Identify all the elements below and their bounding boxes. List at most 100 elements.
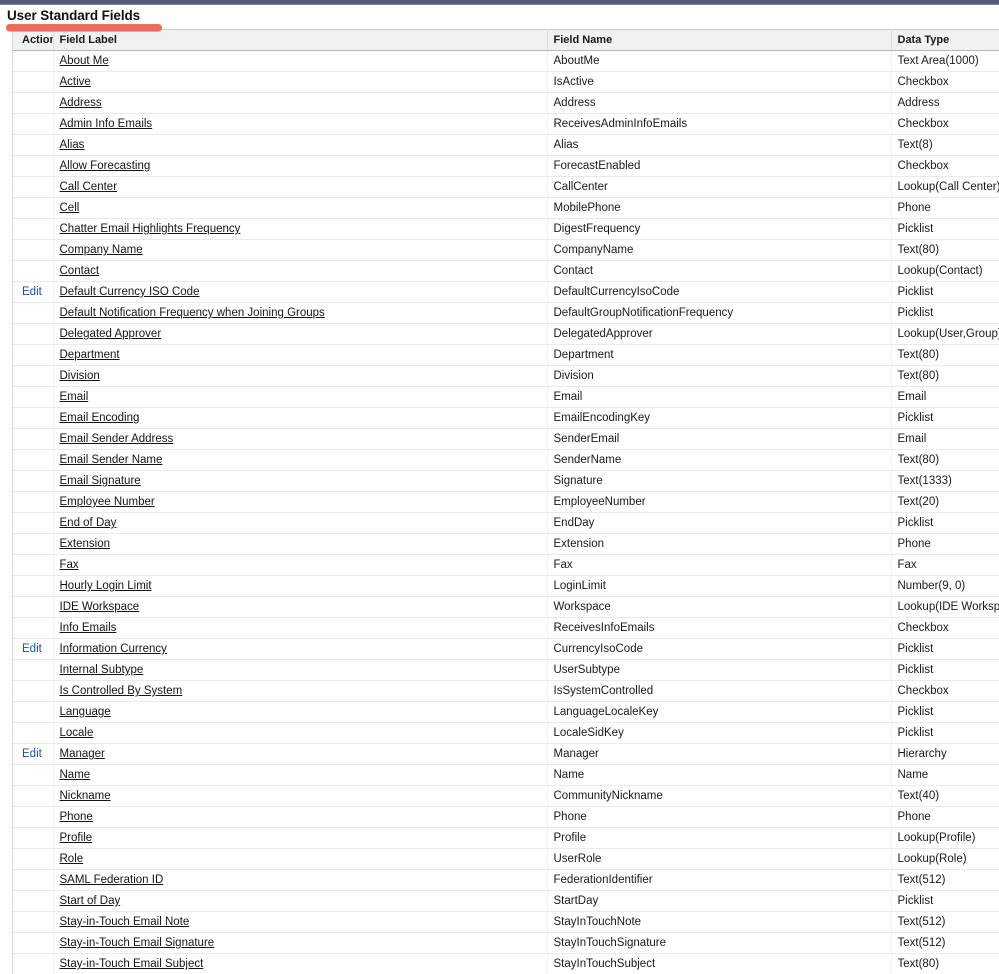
field-label-link[interactable]: Stay-in-Touch Email Subject: [60, 958, 204, 970]
field-label-link[interactable]: Role: [60, 853, 84, 865]
cell-field-name: EndDay: [547, 513, 891, 534]
field-label-link[interactable]: Language: [60, 706, 111, 718]
cell-data-type: Text(80): [891, 366, 999, 387]
field-label-link[interactable]: Email Sender Name: [60, 454, 163, 466]
cell-field-label: Manager: [53, 744, 547, 765]
field-label-link[interactable]: Nickname: [60, 790, 111, 802]
field-label-link[interactable]: Extension: [60, 538, 111, 550]
cell-field-label: Default Notification Frequency when Join…: [53, 303, 547, 324]
edit-link[interactable]: Edit: [22, 748, 42, 760]
cell-action: [13, 597, 53, 618]
field-label-link[interactable]: Email: [60, 391, 89, 403]
field-label-link[interactable]: Cell: [60, 202, 80, 214]
field-label-link[interactable]: About Me: [60, 55, 109, 67]
table-row: Info EmailsReceivesInfoEmailsCheckbox: [13, 618, 999, 639]
cell-data-type: Text(20): [891, 492, 999, 513]
cell-field-label: Email Signature: [53, 471, 547, 492]
table-row: Start of DayStartDayPicklist: [13, 891, 999, 912]
cell-action: [13, 555, 53, 576]
field-label-link[interactable]: Internal Subtype: [60, 664, 144, 676]
field-label-link[interactable]: Chatter Email Highlights Frequency: [60, 223, 241, 235]
field-label-link[interactable]: Email Signature: [60, 475, 141, 487]
field-label-link[interactable]: Manager: [60, 748, 105, 760]
cell-field-label: Internal Subtype: [53, 660, 547, 681]
cell-field-label: Language: [53, 702, 547, 723]
cell-action: [13, 870, 53, 891]
cell-data-type: Picklist: [891, 660, 999, 681]
field-label-link[interactable]: IDE Workspace: [60, 601, 140, 613]
table-row: AliasAliasText(8): [13, 135, 999, 156]
table-row: ContactContactLookup(Contact): [13, 261, 999, 282]
cell-data-type: Number(9, 0): [891, 576, 999, 597]
cell-field-name: IsSystemControlled: [547, 681, 891, 702]
field-label-link[interactable]: Profile: [60, 832, 93, 844]
field-label-link[interactable]: Name: [60, 769, 91, 781]
cell-field-name: Alias: [547, 135, 891, 156]
table-row: EditDefault Currency ISO CodeDefaultCurr…: [13, 282, 999, 303]
table-row: PhonePhonePhone: [13, 807, 999, 828]
cell-action: Edit: [13, 744, 53, 765]
cell-data-type: Text(80): [891, 954, 999, 974]
field-label-link[interactable]: Default Currency ISO Code: [60, 286, 200, 298]
cell-data-type: Picklist: [891, 513, 999, 534]
field-label-link[interactable]: Hourly Login Limit: [60, 580, 152, 592]
cell-action: [13, 366, 53, 387]
table-row: Delegated ApproverDelegatedApproverLooku…: [13, 324, 999, 345]
table-row: EditInformation CurrencyCurrencyIsoCodeP…: [13, 639, 999, 660]
cell-field-name: UserSubtype: [547, 660, 891, 681]
table-row: Email Sender AddressSenderEmailEmail: [13, 429, 999, 450]
field-label-link[interactable]: End of Day: [60, 517, 117, 529]
cell-data-type: Text(40): [891, 786, 999, 807]
field-label-link[interactable]: Address: [60, 97, 102, 109]
cell-action: [13, 618, 53, 639]
field-label-link[interactable]: Info Emails: [60, 622, 117, 634]
field-label-link[interactable]: Delegated Approver: [60, 328, 162, 340]
page-header: User Standard Fields: [0, 5, 999, 29]
cell-data-type: Text(512): [891, 933, 999, 954]
field-label-link[interactable]: Start of Day: [60, 895, 121, 907]
table-row: Call CenterCallCenterLookup(Call Center): [13, 177, 999, 198]
field-label-link[interactable]: Department: [60, 349, 120, 361]
cell-field-name: DigestFrequency: [547, 219, 891, 240]
cell-action: [13, 954, 53, 974]
field-label-link[interactable]: Admin Info Emails: [60, 118, 153, 130]
edit-link[interactable]: Edit: [22, 286, 42, 298]
cell-action: [13, 534, 53, 555]
field-label-link[interactable]: Information Currency: [60, 643, 167, 655]
cell-field-label: Employee Number: [53, 492, 547, 513]
field-label-link[interactable]: Contact: [60, 265, 100, 277]
field-label-link[interactable]: Alias: [60, 139, 85, 151]
field-label-link[interactable]: Call Center: [60, 181, 118, 193]
cell-field-name: Extension: [547, 534, 891, 555]
field-label-link[interactable]: Email Sender Address: [60, 433, 174, 445]
table-row: Hourly Login Limit LoginLimitNumber(9, 0): [13, 576, 999, 597]
field-label-link[interactable]: Stay-in-Touch Email Note: [60, 916, 190, 928]
field-label-link[interactable]: Active: [60, 76, 91, 88]
field-label-link[interactable]: Email Encoding: [60, 412, 140, 424]
field-label-link[interactable]: Allow Forecasting: [60, 160, 151, 172]
field-label-link[interactable]: Fax: [60, 559, 79, 571]
field-label-link[interactable]: Division: [60, 370, 100, 382]
cell-action: [13, 156, 53, 177]
field-label-link[interactable]: Phone: [60, 811, 93, 823]
field-label-link[interactable]: Company Name: [60, 244, 143, 256]
cell-field-name: MobilePhone: [547, 198, 891, 219]
cell-action: [13, 261, 53, 282]
edit-link[interactable]: Edit: [22, 643, 42, 655]
cell-field-label: Role: [53, 849, 547, 870]
cell-action: [13, 429, 53, 450]
cell-action: [13, 513, 53, 534]
field-label-link[interactable]: Locale: [60, 727, 94, 739]
cell-field-name: StayInTouchSignature: [547, 933, 891, 954]
cell-field-label: Is Controlled By System: [53, 681, 547, 702]
cell-field-name: LoginLimit: [547, 576, 891, 597]
column-header-field-label: Field Label: [53, 30, 547, 51]
field-label-link[interactable]: SAML Federation ID: [60, 874, 164, 886]
cell-data-type: Lookup(Role): [891, 849, 999, 870]
field-label-link[interactable]: Employee Number: [60, 496, 155, 508]
cell-field-name: ReceivesInfoEmails: [547, 618, 891, 639]
cell-field-label: Locale: [53, 723, 547, 744]
field-label-link[interactable]: Is Controlled By System: [60, 685, 183, 697]
field-label-link[interactable]: Stay-in-Touch Email Signature: [60, 937, 215, 949]
field-label-link[interactable]: Default Notification Frequency when Join…: [60, 307, 325, 319]
